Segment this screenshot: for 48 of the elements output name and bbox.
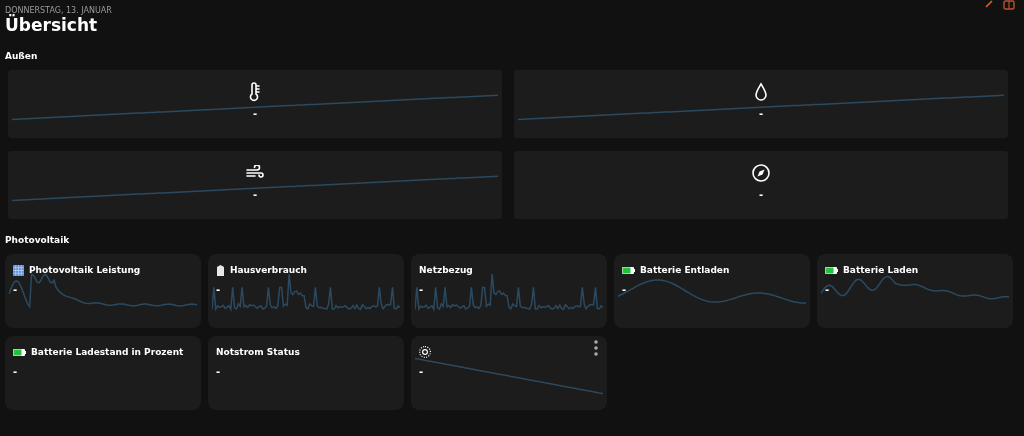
battery-icon (622, 266, 635, 274)
building-icon (216, 264, 225, 276)
sensor-value: - (252, 189, 258, 200)
sensor-name: Batterie Laden (843, 265, 919, 275)
sensor-value: - (419, 284, 424, 295)
battery-icon (825, 266, 838, 274)
sensor-card[interactable]: Batterie Laden - (817, 254, 1013, 328)
sensor-value: - (13, 366, 18, 377)
sensor-card[interactable]: Batterie Entladen - (614, 254, 810, 328)
window-icon[interactable] (1003, 0, 1015, 10)
solar-panel-icon (13, 264, 24, 276)
sensor-value: - (216, 284, 221, 295)
sensor-value: - (758, 189, 764, 200)
sensor-name: Batterie Entladen (640, 265, 730, 275)
sensor-name: Netzbezug (419, 265, 473, 275)
more-icon[interactable] (594, 340, 598, 356)
sensor-value: - (216, 366, 221, 377)
compass-icon (751, 163, 771, 183)
section-title: Außen (5, 51, 39, 61)
drop-icon (754, 82, 768, 102)
wind-icon (246, 165, 264, 181)
section-title: Photovoltaik (5, 235, 71, 245)
sensor-name: Hausverbrauch (230, 265, 307, 275)
sensor-card[interactable]: - (8, 70, 502, 138)
sensor-card[interactable]: Notstrom Status - (208, 336, 404, 410)
sensor-card[interactable]: Netzbezug - (411, 254, 607, 328)
sensor-card[interactable]: - (411, 336, 607, 410)
sensor-value: - (419, 366, 424, 377)
sensor-card[interactable]: Photovoltaik Leistung - (5, 254, 201, 328)
sensor-card[interactable]: - (8, 151, 502, 219)
pencil-icon[interactable] (985, 0, 993, 8)
sensor-value: - (825, 284, 830, 295)
sensor-name: Batterie Ladestand in Prozent (31, 347, 184, 357)
sensor-name: Photovoltaik Leistung (29, 265, 141, 275)
date-label: DONNERSTAG, 13. JANUAR (5, 6, 112, 15)
sensor-name: Notstrom Status (216, 347, 300, 357)
sensor-card[interactable]: - (514, 70, 1008, 138)
sensor-card[interactable]: Hausverbrauch - (208, 254, 404, 328)
sensor-value: - (252, 108, 258, 119)
sensor-card[interactable]: Batterie Ladestand in Prozent - (5, 336, 201, 410)
battery-icon (13, 348, 26, 356)
thermometer-icon (248, 82, 262, 102)
sensor-card[interactable]: - (514, 151, 1008, 219)
sun-icon (419, 346, 431, 358)
page-title: Übersicht (5, 15, 98, 35)
sensor-value: - (622, 284, 627, 295)
sensor-value: - (13, 284, 18, 295)
sensor-value: - (758, 108, 764, 119)
